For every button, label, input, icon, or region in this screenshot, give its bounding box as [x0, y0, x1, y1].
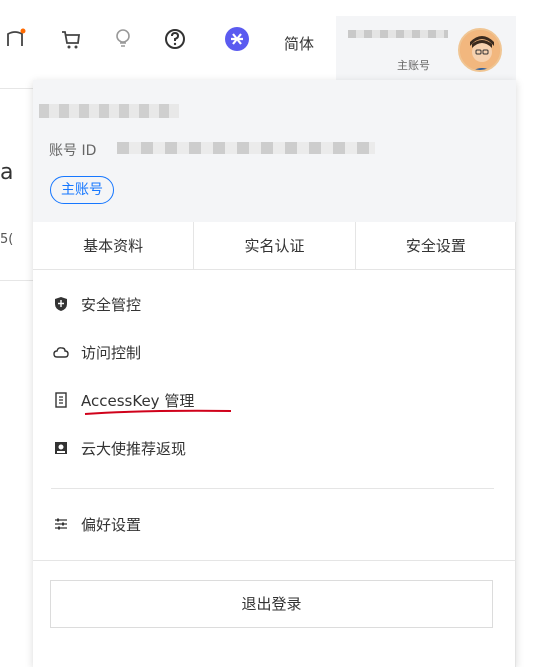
notification-icon[interactable]: [0, 24, 30, 54]
top-navigation-bar: 简体 主账号: [0, 0, 544, 80]
account-dropdown: 账号 ID 主账号 基本资料 实名认证 安全设置 安全管控 访问控制 Acces…: [33, 80, 516, 667]
menu-item-security-control[interactable]: 安全管控: [53, 292, 141, 316]
divider: [51, 488, 494, 489]
menu-item-label: 访问控制: [81, 343, 142, 362]
page-text-fragment: a: [0, 160, 14, 185]
menu-item-label: 安全管控: [81, 295, 142, 314]
menu-item-label: 偏好设置: [81, 515, 142, 534]
account-name-redacted: [348, 30, 448, 38]
page-background: a 5(: [0, 80, 36, 667]
sliders-icon: [53, 516, 69, 532]
menu-item-preferences[interactable]: 偏好设置: [53, 512, 141, 536]
lightbulb-icon[interactable]: [108, 24, 138, 54]
shield-icon: [53, 296, 69, 312]
account-menu-trigger[interactable]: 主账号: [336, 16, 516, 80]
logout-button[interactable]: 退出登录: [50, 580, 493, 628]
tab-basic-info[interactable]: 基本资料: [33, 222, 195, 269]
tab-security-settings[interactable]: 安全设置: [356, 222, 516, 269]
account-type-badge: 主账号: [50, 176, 114, 204]
ambassador-icon: [53, 440, 69, 456]
key-icon: [53, 392, 69, 408]
account-type-label: 主账号: [397, 59, 430, 72]
menu-item-label: 云大使推荐返现: [81, 439, 187, 458]
red-annotation-underline: [84, 409, 232, 415]
cloud-icon: [53, 344, 69, 360]
help-icon[interactable]: [160, 24, 190, 54]
avatar[interactable]: [458, 28, 502, 72]
language-switch[interactable]: 简体: [284, 33, 314, 54]
divider: [0, 88, 36, 89]
page-text-fragment-2: 5(: [0, 232, 14, 247]
menu-item-ambassador-cashback[interactable]: 云大使推荐返现: [53, 436, 186, 460]
divider: [0, 280, 36, 281]
divider: [33, 560, 516, 561]
tab-real-name-verification[interactable]: 实名认证: [194, 222, 356, 269]
account-name-redacted: [39, 104, 179, 118]
cart-icon[interactable]: [56, 24, 86, 54]
feature-icon[interactable]: [222, 24, 252, 54]
menu-item-access-control[interactable]: 访问控制: [53, 340, 141, 364]
account-info-header: 账号 ID 主账号: [33, 80, 516, 222]
account-id-redacted: [117, 142, 375, 154]
account-tabs: 基本资料 实名认证 安全设置: [33, 222, 516, 270]
account-id-label: 账号 ID: [49, 143, 97, 159]
